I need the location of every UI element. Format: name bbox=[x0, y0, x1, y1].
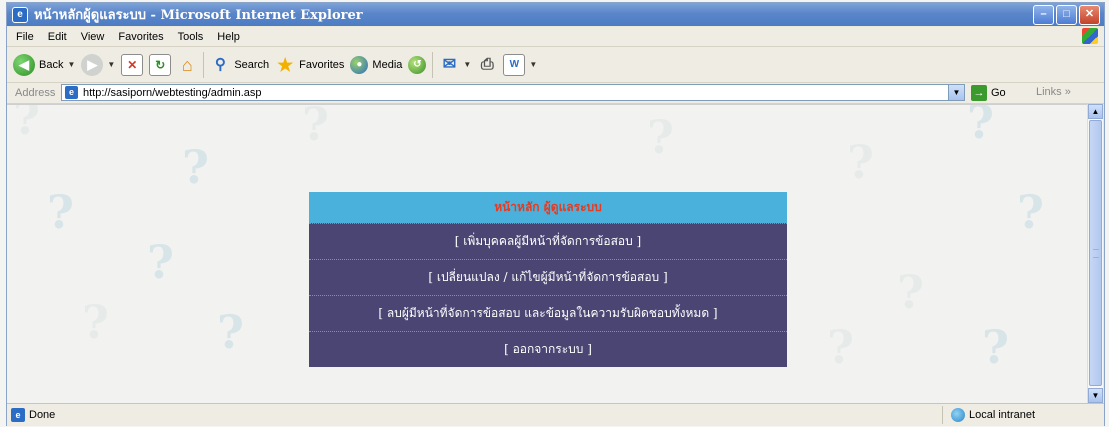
windows-logo-icon bbox=[1082, 28, 1098, 44]
search-button[interactable]: ⚲ Search bbox=[210, 55, 269, 75]
scroll-grip-icon bbox=[1093, 249, 1099, 258]
history-button[interactable]: ↺ bbox=[408, 55, 427, 74]
menu-favorites[interactable]: Favorites bbox=[118, 31, 163, 43]
question-mark-decoration: ? bbox=[847, 135, 874, 189]
vertical-scrollbar[interactable]: ▲ ▼ bbox=[1087, 104, 1103, 403]
status-bar: e Done Local intranet bbox=[7, 403, 1104, 426]
status-text: Done bbox=[29, 409, 56, 421]
go-arrow-icon: → bbox=[971, 85, 987, 101]
address-label: Address bbox=[15, 87, 56, 99]
scroll-thumb[interactable] bbox=[1089, 120, 1102, 386]
page-content: ? ? ? ? ? ? ? ? ? ? ? ? ? ? หน้าหลัก ผู้… bbox=[7, 104, 1087, 404]
question-mark-decoration: ? bbox=[967, 104, 994, 149]
edit-button[interactable]: W ▼ bbox=[503, 53, 537, 76]
question-mark-decoration: ? bbox=[1017, 185, 1044, 239]
mail-dropdown-icon[interactable]: ▼ bbox=[463, 60, 471, 69]
favorites-button[interactable]: ★ Favorites bbox=[275, 55, 344, 75]
question-mark-decoration: ? bbox=[897, 265, 924, 319]
window-controls: – □ ✕ bbox=[1033, 5, 1100, 25]
menu-view[interactable]: View bbox=[81, 31, 105, 43]
close-button[interactable]: ✕ bbox=[1079, 5, 1100, 25]
question-mark-decoration: ? bbox=[182, 140, 209, 194]
edit-dropdown-icon[interactable]: ▼ bbox=[529, 60, 537, 69]
go-button[interactable]: → Go bbox=[971, 85, 1006, 101]
maximize-button[interactable]: □ bbox=[1056, 5, 1077, 25]
question-mark-decoration: ? bbox=[13, 104, 40, 145]
minimize-button[interactable]: – bbox=[1033, 5, 1054, 25]
search-label: Search bbox=[234, 58, 270, 71]
mail-button[interactable]: ✉ ▼ bbox=[439, 55, 472, 75]
browser-window: e หน้าหลักผู้ดูแลระบบ - Microsoft Intern… bbox=[6, 2, 1105, 426]
window-title: หน้าหลักผู้ดูแลระบบ - Microsoft Internet… bbox=[34, 8, 363, 23]
address-dropdown-icon[interactable]: ▼ bbox=[948, 85, 964, 100]
admin-menu-header: หน้าหลัก ผู้ดูแลระบบ bbox=[309, 192, 787, 223]
media-button[interactable]: ● Media bbox=[350, 55, 403, 74]
search-icon: ⚲ bbox=[214, 55, 226, 73]
standard-toolbar: ◀ Back ▼ ▶ ▼ ✕ ↻ ⌂ ⚲ Search ★ Favorites … bbox=[7, 47, 1104, 83]
history-icon: ↺ bbox=[408, 55, 427, 74]
toolbar-separator bbox=[203, 51, 205, 78]
zone-label: Local intranet bbox=[969, 409, 1036, 421]
favorites-star-icon: ★ bbox=[277, 54, 294, 75]
print-button[interactable]: ⎙ bbox=[477, 55, 497, 75]
back-label: Back bbox=[39, 58, 64, 71]
address-input[interactable]: e http://sasiporn/webtesting/admin.asp ▼ bbox=[61, 84, 965, 101]
address-bar: Address e http://sasiporn/webtesting/adm… bbox=[7, 83, 1104, 104]
media-icon: ● bbox=[350, 55, 369, 74]
menu-edit[interactable]: Edit bbox=[48, 31, 67, 43]
back-arrow-icon: ◀ bbox=[13, 53, 35, 76]
add-examiner-link[interactable]: [ เพิ่มบุคคลผู้มีหน้าที่จัดการข้อสอบ ] bbox=[309, 223, 787, 259]
delete-examiner-link[interactable]: [ ลบผู้มีหน้าที่จัดการข้อสอบ และข้อมูลใน… bbox=[309, 295, 787, 331]
back-dropdown-icon[interactable]: ▼ bbox=[67, 60, 75, 69]
security-zone: Local intranet bbox=[951, 408, 1035, 422]
refresh-icon: ↻ bbox=[149, 53, 172, 76]
back-button[interactable]: ◀ Back ▼ bbox=[13, 53, 75, 76]
mail-icon: ✉ bbox=[442, 55, 457, 73]
address-url[interactable]: http://sasiporn/webtesting/admin.asp bbox=[83, 87, 262, 99]
links-button[interactable]: Links » bbox=[1036, 86, 1071, 98]
edit-examiner-link[interactable]: [ เปลี่ยนแปลง / แก้ไขผู้มีหน้าที่จัดการข… bbox=[309, 259, 787, 295]
forward-arrow-icon: ▶ bbox=[81, 53, 104, 76]
ie-icon: e bbox=[12, 6, 28, 23]
home-button[interactable]: ⌂ bbox=[177, 55, 197, 75]
scroll-up-arrow-icon[interactable]: ▲ bbox=[1088, 104, 1103, 119]
question-mark-decoration: ? bbox=[647, 110, 674, 164]
question-mark-decoration: ? bbox=[82, 295, 109, 349]
admin-menu-panel: หน้าหลัก ผู้ดูแลระบบ [ เพิ่มบุคคลผู้มีหน… bbox=[309, 192, 787, 367]
toolbar-separator-2 bbox=[432, 51, 434, 78]
stop-button[interactable]: ✕ bbox=[121, 53, 144, 76]
forward-dropdown-icon[interactable]: ▼ bbox=[107, 60, 115, 69]
page-icon: e bbox=[65, 86, 78, 99]
menu-help[interactable]: Help bbox=[217, 31, 240, 43]
title-bar[interactable]: e หน้าหลักผู้ดูแลระบบ - Microsoft Intern… bbox=[7, 3, 1104, 26]
print-icon: ⎙ bbox=[480, 55, 494, 73]
menu-tools[interactable]: Tools bbox=[178, 31, 204, 43]
question-mark-decoration: ? bbox=[147, 235, 174, 289]
question-mark-decoration: ? bbox=[217, 305, 244, 359]
menu-bar: File Edit View Favorites Tools Help bbox=[7, 27, 1104, 47]
edit-word-icon: W bbox=[503, 53, 526, 76]
go-label: Go bbox=[991, 87, 1006, 99]
forward-button[interactable]: ▶ ▼ bbox=[81, 53, 115, 76]
favorites-label: Favorites bbox=[299, 58, 345, 71]
scroll-down-arrow-icon[interactable]: ▼ bbox=[1088, 388, 1103, 403]
page-status-icon: e bbox=[11, 408, 25, 422]
status-divider bbox=[942, 406, 943, 424]
media-label: Media bbox=[372, 58, 403, 71]
links-label: Links bbox=[1036, 86, 1062, 98]
stop-icon: ✕ bbox=[121, 53, 144, 76]
home-icon: ⌂ bbox=[181, 54, 193, 75]
question-mark-decoration: ? bbox=[47, 185, 74, 239]
refresh-button[interactable]: ↻ bbox=[149, 53, 172, 76]
question-mark-decoration: ? bbox=[827, 320, 854, 374]
menu-file[interactable]: File bbox=[16, 31, 34, 43]
logout-link[interactable]: [ ออกจากระบบ ] bbox=[309, 331, 787, 367]
question-mark-decoration: ? bbox=[982, 320, 1009, 374]
question-mark-decoration: ? bbox=[302, 104, 329, 151]
local-intranet-icon bbox=[951, 408, 965, 422]
